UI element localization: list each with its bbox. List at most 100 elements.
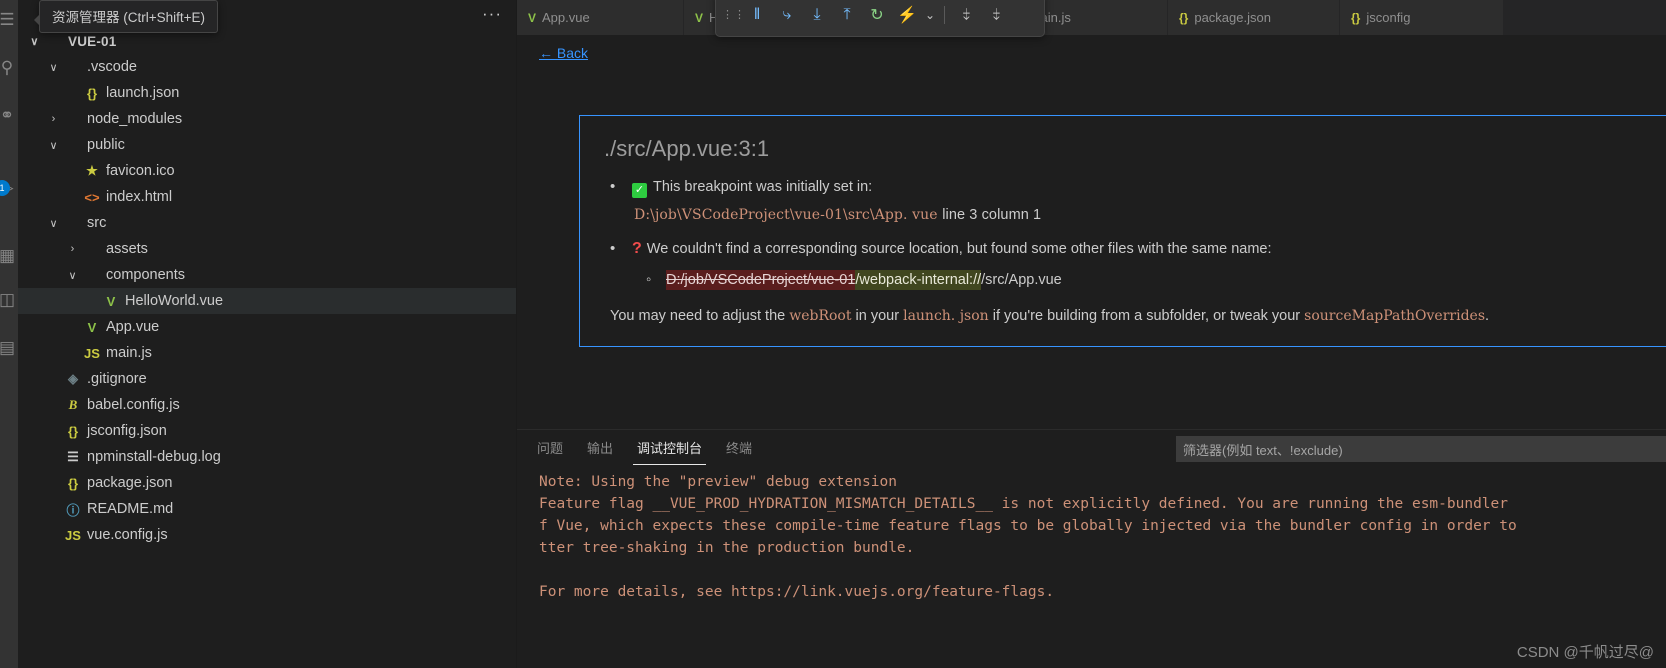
tree-item-label: README.md — [84, 501, 173, 517]
tooltip-text: 资源管理器 (Ctrl+Shift+E) — [52, 10, 205, 25]
list-item-not-found: ?We couldn't find a corresponding source… — [600, 236, 1651, 292]
tree-item-label: App.vue — [103, 319, 159, 335]
item1-path: D:\job\VSCodeProject\vue-01\src\App. vue… — [634, 202, 1651, 228]
explorer-icon[interactable]: ☰ — [0, 2, 18, 36]
file-type-icon: {} — [62, 424, 84, 439]
tree-item-src[interactable]: ∨src — [18, 210, 516, 236]
step-into-button[interactable]: ⤓ — [802, 1, 832, 29]
tree-item-main-js[interactable]: JSmain.js — [18, 340, 516, 366]
file-type-icon: B — [62, 397, 84, 413]
panel-tab-2[interactable]: 调试控制台 — [625, 430, 714, 465]
question-icon: ? — [632, 240, 642, 257]
note-code-sourcemap: sourceMapPathOverrides — [1304, 308, 1485, 324]
panel-tab-3[interactable]: 终端 — [714, 430, 764, 465]
twisty-icon[interactable]: ∨ — [45, 139, 62, 152]
debug-console-output[interactable]: Note: Using the "preview" debug extensio… — [517, 465, 1666, 668]
file-type-icon: ★ — [81, 163, 103, 179]
panel-tab-1[interactable]: 输出 — [575, 430, 625, 465]
tab-file-icon: V — [695, 11, 703, 25]
twisty-icon[interactable]: › — [45, 113, 62, 125]
tab-label: package.json — [1194, 10, 1271, 25]
drag-handle-icon[interactable]: ⋮⋮ — [722, 12, 742, 18]
back-link[interactable]: ← Back — [539, 45, 588, 61]
step-over-button[interactable]: ⤷ — [772, 1, 802, 29]
restart-button[interactable]: ↻ — [862, 1, 892, 29]
tree-item-babel-config-js[interactable]: Bbabel.config.js — [18, 392, 516, 418]
filter-input[interactable]: 筛选器(例如 text、!exclude) — [1176, 436, 1666, 462]
tree-item-helloworld-vue[interactable]: VHelloWorld.vue — [18, 288, 516, 314]
panel-tab-0[interactable]: 问题 — [525, 430, 575, 465]
tree-item--gitignore[interactable]: ◈.gitignore — [18, 366, 516, 392]
more-actions-button[interactable]: ··· — [482, 9, 502, 19]
tab-label: App.vue — [542, 10, 590, 25]
tree-item-npminstall-debug-log[interactable]: ☰npminstall-debug.log — [18, 444, 516, 470]
tree-item-label: HelloWorld.vue — [122, 293, 223, 309]
step-out-button[interactable]: ⤒ — [832, 1, 862, 29]
tree-item-launch-json[interactable]: {}launch.json — [18, 80, 516, 106]
editor-tab-jsconfig[interactable]: {} jsconfig — [1340, 0, 1504, 35]
file-type-icon: {} — [62, 476, 84, 491]
list-item-initially-set: ✓This breakpoint was initially set in: D… — [600, 174, 1651, 228]
tree-item-label: assets — [103, 241, 148, 257]
main-area: VApp.vueVHe{}launch.jsonJSmain.js{}packa… — [517, 0, 1666, 668]
tree-item-components[interactable]: ∨ components — [18, 262, 516, 288]
explorer-tooltip: 资源管理器 (Ctrl+Shift+E) — [39, 0, 218, 33]
console-line: Note: Using the "preview" debug extensio… — [517, 471, 1666, 493]
tree-item-label: main.js — [103, 345, 152, 361]
testing-icon[interactable]: ◫ — [0, 282, 18, 316]
debug-toolbar[interactable]: ⋮⋮ ‖ ⤷ ⤓ ⤒ ↻ ⚡ ⌄ ⤈ ⤈ — [715, 0, 1045, 37]
tree-item-label: npminstall-debug.log — [84, 449, 221, 465]
tree-item-jsconfig-json[interactable]: {}jsconfig.json — [18, 418, 516, 444]
chevron-down-icon[interactable]: ⌄ — [922, 1, 938, 29]
pause-button[interactable]: ‖ — [742, 1, 772, 29]
bottom-panel: 问题输出调试控制台终端 筛选器(例如 text、!exclude) Note: … — [517, 429, 1666, 668]
editor-body: ← Back ./src/App.vue:3:1 ✓This breakpoin… — [517, 35, 1666, 429]
search-icon[interactable]: ⚲ — [0, 50, 18, 84]
file-type-icon: ☰ — [62, 449, 84, 465]
file-type-icon: JS — [62, 528, 84, 543]
card-list: ✓This breakpoint was initially set in: D… — [600, 174, 1651, 292]
twisty-icon[interactable]: › — [64, 243, 81, 255]
twisty-icon[interactable]: ∨ — [64, 269, 81, 282]
tree-item-index-html[interactable]: <>index.html — [18, 184, 516, 210]
file-type-icon: V — [100, 294, 122, 309]
tree-item-assets[interactable]: › assets — [18, 236, 516, 262]
tree-item-favicon-ico[interactable]: ★favicon.ico — [18, 158, 516, 184]
tree-item--vscode[interactable]: ∨.vscode — [18, 54, 516, 80]
toolbar-separator — [944, 6, 945, 24]
activity-bar: ☰ ⚲ ⚭ ▷ 1 ▦ ◫ ▤ — [0, 0, 18, 668]
tab-file-icon: {} — [1351, 11, 1360, 25]
vscode-window: ☰ ⚲ ⚭ ▷ 1 ▦ ◫ ▤ ··· 资源管理器 (Ctrl+Shift+E)… — [0, 0, 1666, 668]
panel-tabs: 问题输出调试控制台终端 筛选器(例如 text、!exclude) — [517, 430, 1666, 465]
editor-tab-app-vue[interactable]: VApp.vue — [517, 0, 684, 35]
tree-item-node-modules[interactable]: ›node_modules — [18, 106, 516, 132]
extensions-icon[interactable]: ▦ — [0, 238, 18, 272]
console-line: tter tree-shaking in the production bund… — [517, 537, 1666, 559]
tree-item-app-vue[interactable]: VApp.vue — [18, 314, 516, 340]
tree-item-label: components — [103, 267, 185, 283]
open-link-icon[interactable]: ⤈ — [951, 1, 981, 29]
note-mid2: if you're building from a subfolder, or … — [989, 308, 1304, 324]
file-type-icon: ⓘ — [62, 500, 84, 519]
tree-item-label: public — [84, 137, 125, 153]
open-link-icon-2[interactable]: ⤈ — [981, 1, 1011, 29]
disconnect-button[interactable]: ⚡ — [892, 1, 922, 29]
tree-item-vue-config-js[interactable]: JSvue.config.js — [18, 522, 516, 548]
remote-explorer-icon[interactable]: ▤ — [0, 330, 18, 364]
tree-item-label: index.html — [103, 189, 172, 205]
twisty-icon[interactable]: ∨ — [45, 61, 62, 74]
panel-tab-list: 问题输出调试控制台终端 — [517, 430, 764, 465]
twisty-icon[interactable]: ∨ — [45, 217, 62, 230]
editor-tab-package-json[interactable]: {}package.json — [1168, 0, 1340, 35]
source-control-icon[interactable]: ⚭ — [0, 98, 18, 132]
tree-item-public[interactable]: ∨ public — [18, 132, 516, 158]
note-code-launchjson: launch. json — [903, 308, 989, 324]
file-type-icon: <> — [81, 190, 103, 205]
tree-item-label: babel.config.js — [84, 397, 180, 413]
tab-label: jsconfig — [1366, 10, 1410, 25]
console-line — [517, 559, 1666, 581]
note-mid: in your — [852, 308, 904, 324]
tree-item-readme-md[interactable]: ⓘREADME.md — [18, 496, 516, 522]
twisty-icon[interactable]: ∨ — [26, 35, 43, 48]
tree-item-package-json[interactable]: {}package.json — [18, 470, 516, 496]
